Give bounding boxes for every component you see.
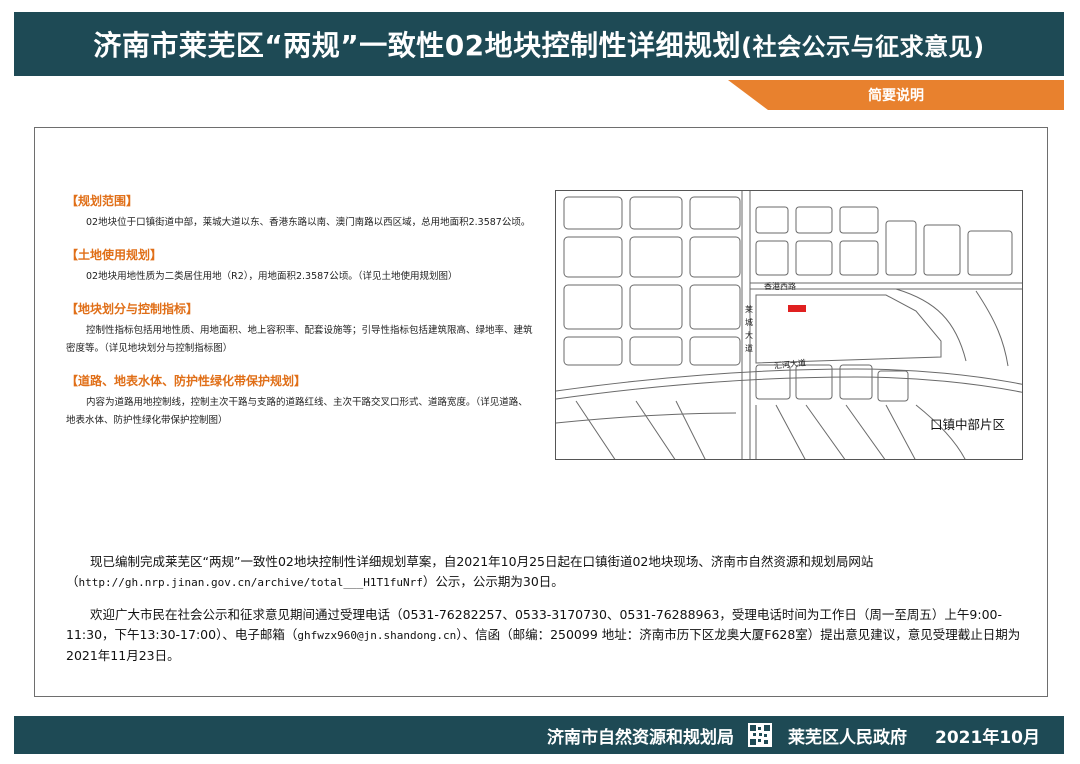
location-map: 香港西路 莱城大道 汇河大道 口镇中部片区 — [555, 190, 1023, 460]
description-sections: 【规划范围】 02地块位于口镇街道中部，莱城大道以东、香港东路以南、澳门南路以西… — [66, 193, 536, 445]
notice-text: ）、电子邮箱（ — [216, 627, 298, 642]
notice-phones: 0531-76282257、0533-3170730、0531-76288963 — [402, 607, 720, 622]
qr-code-icon — [748, 723, 773, 747]
notice-url-link[interactable]: http://gh.nrp.jinan.gov.cn/archive/total… — [79, 576, 423, 589]
footer-org-nrp: 济南市自然资源和规划局 — [547, 727, 735, 748]
page-title: 济南市莱芜区“两规”一致性02地块控制性详细规划 — [93, 29, 742, 62]
footer-date: 2021年10月 — [935, 727, 1040, 748]
site-location-marker — [788, 305, 806, 312]
notice-paragraph-2: 欢迎广大市民在社会公示和征求意见期间通过受理电话（0531-76282257、0… — [66, 605, 1026, 666]
section-body: 02地块位于口镇街道中部，莱城大道以东、香港东路以南、澳门南路以西区域，总用地面… — [86, 217, 531, 228]
notice-paragraph-1: 现已编制完成莱芜区“两规”一致性02地块控制性详细规划草案，自2021年10月2… — [66, 552, 1026, 593]
section-body: 02地块用地性质为二类居住用地（R2），用地面积2.3587公顷。（详见土地使用… — [86, 271, 458, 282]
section-tab-label: 简要说明 — [868, 88, 924, 104]
section-heading: 【土地使用规划】 — [66, 248, 163, 262]
notice-text: 欢迎广大市民在社会公示和征求意见期间通过受理电话（ — [90, 607, 403, 622]
page-title-suffix: (社会公示与征求意见) — [741, 32, 985, 61]
section-body: 内容为道路用地控制线，控制主次干路与支路的道路红线、主次干路交叉口形式、道路宽度… — [66, 397, 528, 426]
footer-bar: 济南市自然资源和规划局 莱芜区人民政府 2021年10月 — [14, 716, 1064, 754]
notice-email-link[interactable]: ghfwzx960@jn.shandong.cn — [297, 629, 456, 642]
section-plot-division: 【地块划分与控制指标】 控制性指标包括用地性质、用地面积、地上容积率、配套设施等… — [66, 301, 536, 358]
page-title-bar: 济南市莱芜区“两规”一致性02地块控制性详细规划 (社会公示与征求意见) — [14, 12, 1064, 76]
section-roads-water-green: 【道路、地表水体、防护性绿化带保护规划】 内容为道路用地控制线，控制主次干路与支… — [66, 373, 536, 430]
map-label-road-vertical: 莱城大道 — [745, 305, 753, 353]
map-label-road-top: 香港西路 — [764, 282, 796, 291]
section-heading: 【地块划分与控制指标】 — [66, 302, 199, 316]
section-heading: 【规划范围】 — [66, 194, 139, 208]
notice-text: ，受理电话时间为工作日（周一至周五）上午 — [719, 607, 970, 622]
notice-text: ）公示，公示期为30日。 — [422, 574, 564, 589]
public-notice: 现已编制完成莱芜区“两规”一致性02地块控制性详细规划草案，自2021年10月2… — [66, 552, 1026, 678]
section-land-use: 【土地使用规划】 02地块用地性质为二类居住用地（R2），用地面积2.3587公… — [66, 247, 536, 286]
map-label-area: 口镇中部片区 — [930, 417, 1006, 432]
section-planning-scope: 【规划范围】 02地块位于口镇街道中部，莱城大道以东、香港东路以南、澳门南路以西… — [66, 193, 536, 232]
footer-org-laiwu: 莱芜区人民政府 — [788, 727, 908, 748]
section-heading: 【道路、地表水体、防护性绿化带保护规划】 — [66, 374, 307, 388]
section-tab: 简要说明 — [728, 80, 1064, 110]
section-body: 控制性指标包括用地性质、用地面积、地上容积率、配套设施等；引导性指标包括建筑限高… — [66, 325, 533, 354]
